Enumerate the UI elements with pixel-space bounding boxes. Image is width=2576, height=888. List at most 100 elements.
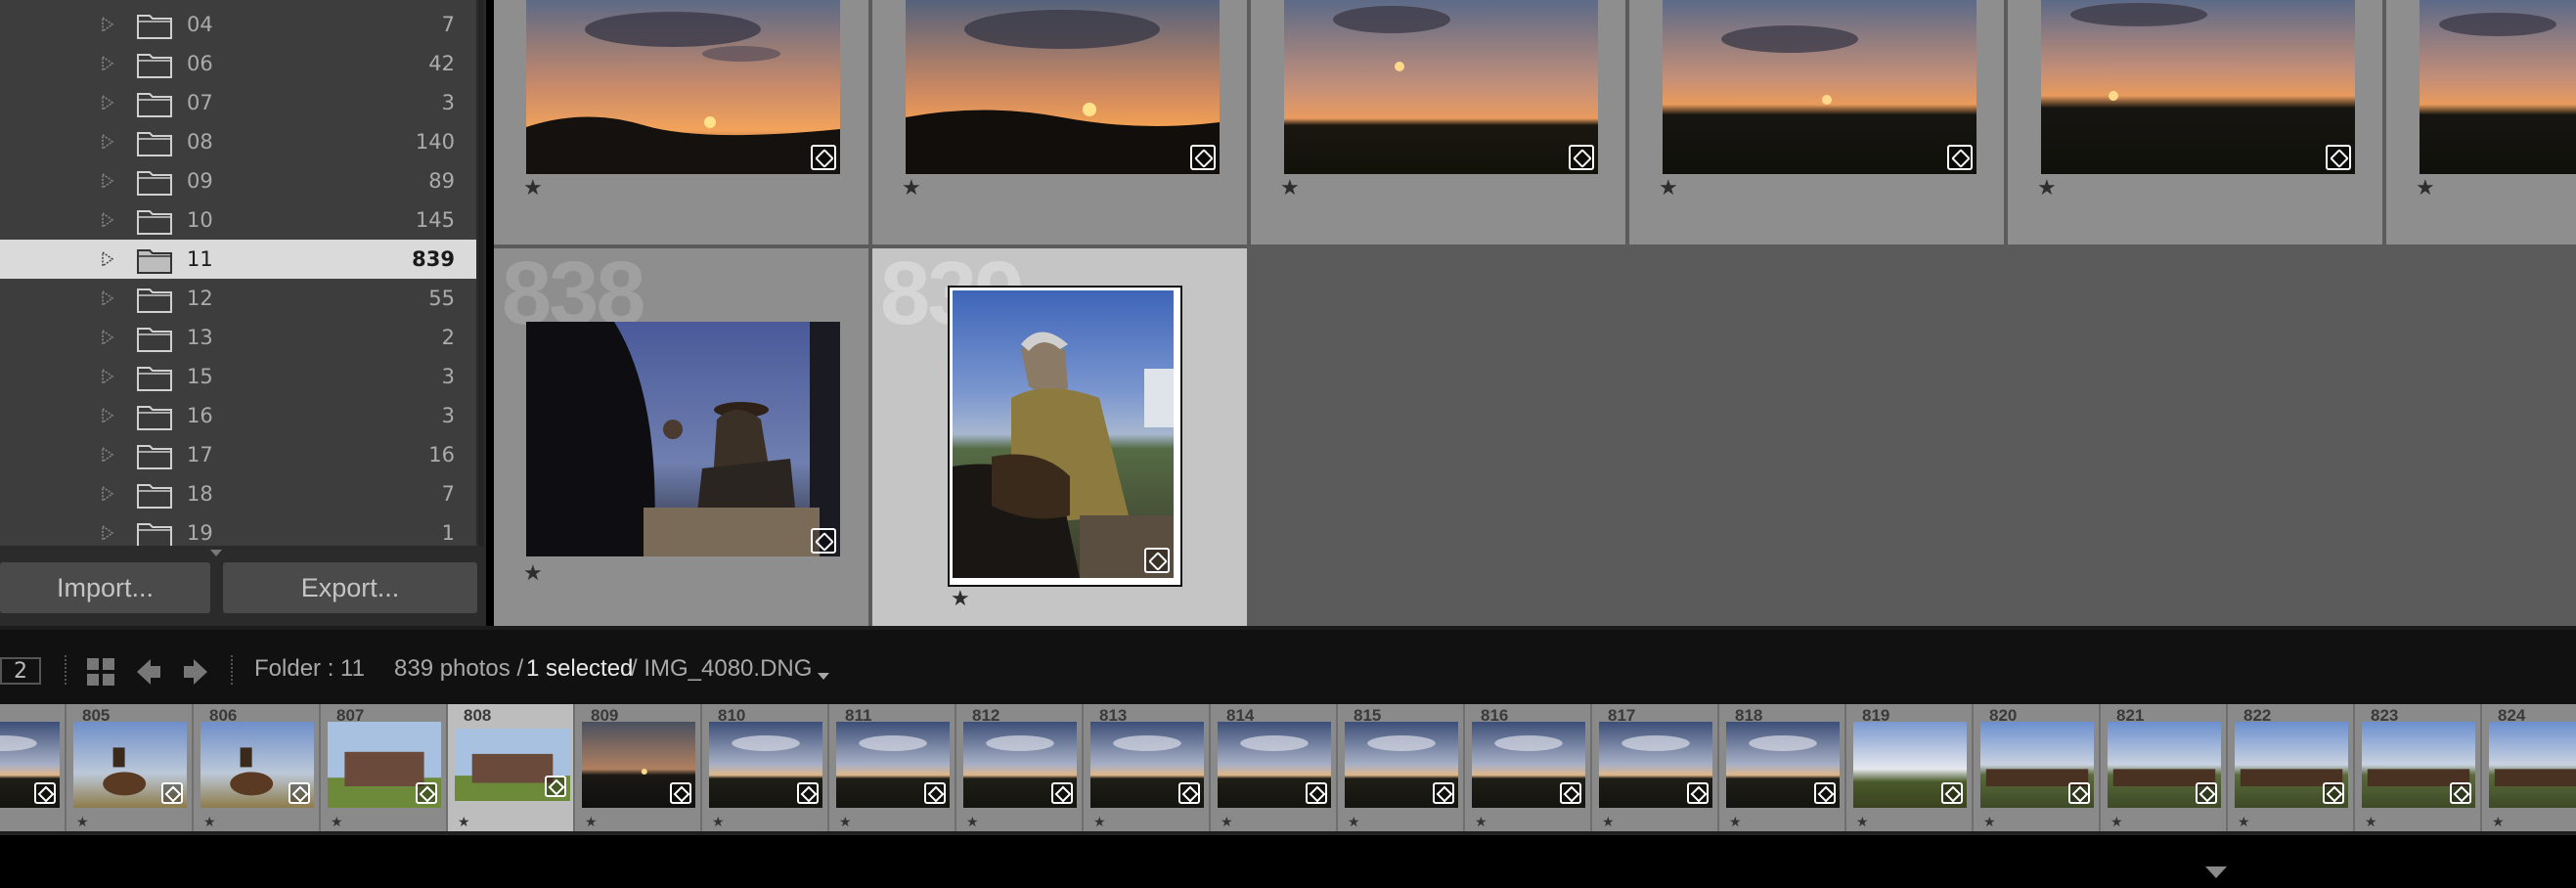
- secondary-window-button[interactable]: 2: [0, 657, 41, 685]
- folder-row[interactable]: 06 42: [0, 44, 476, 83]
- export-button[interactable]: Export...: [223, 562, 477, 613]
- folder-row[interactable]: 17 16: [0, 435, 476, 474]
- star-icon[interactable]: ★: [1475, 815, 1488, 830]
- grid-cell[interactable]: ★: [2008, 0, 2382, 244]
- star-icon[interactable]: ★: [951, 587, 970, 611]
- star-icon[interactable]: ★: [1602, 815, 1615, 830]
- folder-source-label[interactable]: Folder : 11: [254, 655, 365, 683]
- photo-thumbnail[interactable]: [906, 0, 1220, 174]
- grid-cell[interactable]: ★: [2386, 0, 2576, 244]
- filmstrip-cell[interactable]: 818 ★: [1719, 704, 1846, 831]
- star-icon[interactable]: ★: [1983, 815, 1996, 830]
- star-icon[interactable]: ★: [2110, 815, 2123, 830]
- star-icon[interactable]: ★: [1093, 815, 1106, 830]
- star-icon[interactable]: ★: [203, 815, 216, 830]
- star-icon[interactable]: ★: [1280, 176, 1300, 200]
- folder-row[interactable]: 04 7: [0, 5, 476, 44]
- filmstrip-cell[interactable]: 821 ★: [2101, 704, 2228, 831]
- filmstrip-cell[interactable]: 806 ★: [194, 704, 321, 831]
- filmstrip-cell[interactable]: 817 ★: [1592, 704, 1719, 831]
- folder-row[interactable]: 10 145: [0, 200, 476, 240]
- disclosure-triangle-icon[interactable]: [102, 408, 113, 423]
- folder-row[interactable]: 08 140: [0, 122, 476, 161]
- filmstrip-cell[interactable]: 813 ★: [1084, 704, 1211, 831]
- arrow-right-icon[interactable]: [182, 657, 209, 687]
- disclosure-triangle-icon[interactable]: [102, 95, 113, 111]
- photo-thumbnail[interactable]: [526, 0, 840, 174]
- arrow-left-icon[interactable]: [135, 657, 162, 687]
- grid-cell[interactable]: 838 ★: [494, 248, 868, 626]
- disclosure-triangle-icon[interactable]: [102, 290, 113, 306]
- filmstrip-cell[interactable]: 820 ★: [1974, 704, 2101, 831]
- folder-row[interactable]: 11 839: [0, 240, 476, 279]
- disclosure-triangle-icon[interactable]: [102, 17, 113, 32]
- grid-cell[interactable]: ★: [1251, 0, 1625, 244]
- filmstrip-cell[interactable]: 811 ★: [829, 704, 956, 831]
- disclosure-triangle-icon[interactable]: [102, 56, 113, 71]
- star-icon[interactable]: ★: [1856, 815, 1869, 830]
- photo-thumbnail[interactable]: [1663, 0, 1976, 174]
- disclosure-triangle-icon[interactable]: [102, 486, 113, 502]
- disclosure-triangle-icon[interactable]: [102, 212, 113, 228]
- star-icon[interactable]: ★: [585, 815, 598, 830]
- import-button[interactable]: Import...: [0, 562, 210, 613]
- filmstrip-cell[interactable]: 824 ★: [2482, 704, 2576, 831]
- grid-cell-selected[interactable]: 839 ★: [872, 248, 1247, 626]
- folder-row[interactable]: 07 3: [0, 83, 476, 122]
- star-icon[interactable]: ★: [331, 815, 343, 830]
- filmstrip-cell[interactable]: 814 ★: [1211, 704, 1338, 831]
- grid-cell[interactable]: ★: [1629, 0, 2004, 244]
- grid-view-icon[interactable]: [86, 657, 115, 687]
- photo-thumbnail[interactable]: [1284, 0, 1598, 174]
- star-icon[interactable]: ★: [1221, 815, 1233, 830]
- disclosure-triangle-icon[interactable]: [102, 369, 113, 384]
- photo-thumbnail[interactable]: [2041, 0, 2355, 174]
- star-icon[interactable]: ★: [76, 815, 89, 830]
- star-icon[interactable]: ★: [712, 815, 725, 830]
- folder-row[interactable]: 12 55: [0, 279, 476, 318]
- folder-row[interactable]: 19 1: [0, 513, 476, 546]
- filmstrip-cell-selected[interactable]: 808 ★: [448, 704, 575, 831]
- filmstrip-cell[interactable]: ★: [0, 704, 67, 831]
- disclosure-triangle-icon[interactable]: [102, 330, 113, 345]
- star-icon[interactable]: ★: [1659, 176, 1678, 200]
- star-icon[interactable]: ★: [1348, 815, 1360, 830]
- folder-list-scrollbar[interactable]: [476, 0, 486, 546]
- folder-row[interactable]: 18 7: [0, 474, 476, 513]
- disclosure-triangle-icon[interactable]: [102, 173, 113, 189]
- panel-collapse-icon[interactable]: [210, 550, 222, 556]
- star-icon[interactable]: ★: [839, 815, 852, 830]
- folder-row[interactable]: 09 89: [0, 161, 476, 200]
- grid-cell[interactable]: ★: [494, 0, 868, 244]
- star-icon[interactable]: ★: [458, 815, 470, 830]
- filmstrip-cell[interactable]: 823 ★: [2355, 704, 2482, 831]
- star-icon[interactable]: ★: [1729, 815, 1742, 830]
- folder-row[interactable]: 15 3: [0, 357, 476, 396]
- filmstrip-cell[interactable]: 810 ★: [702, 704, 829, 831]
- star-icon[interactable]: ★: [523, 561, 543, 586]
- filmstrip-thumbnail[interactable]: [2489, 722, 2576, 808]
- filmstrip-cell[interactable]: 816 ★: [1465, 704, 1592, 831]
- filmstrip-cell[interactable]: 807 ★: [321, 704, 448, 831]
- disclosure-triangle-icon[interactable]: [102, 251, 113, 267]
- disclosure-triangle-icon[interactable]: [102, 447, 113, 463]
- star-icon[interactable]: ★: [966, 815, 979, 830]
- filmstrip-cell[interactable]: 822 ★: [2228, 704, 2355, 831]
- filmstrip-cell[interactable]: 809 ★: [575, 704, 702, 831]
- filmstrip-collapse-icon[interactable]: [2205, 866, 2227, 878]
- star-icon[interactable]: ★: [523, 176, 543, 200]
- star-icon[interactable]: ★: [2037, 176, 2057, 200]
- star-icon[interactable]: ★: [902, 176, 921, 200]
- star-icon[interactable]: ★: [2492, 815, 2505, 830]
- photo-thumbnail[interactable]: [953, 290, 1174, 578]
- filmstrip-cell[interactable]: 812 ★: [956, 704, 1084, 831]
- folder-row[interactable]: 13 2: [0, 318, 476, 357]
- filmstrip-cell[interactable]: 815 ★: [1338, 704, 1465, 831]
- filename-dropdown-icon[interactable]: [818, 673, 829, 680]
- photo-thumbnail[interactable]: [526, 322, 840, 556]
- star-icon[interactable]: ★: [2238, 815, 2250, 830]
- disclosure-triangle-icon[interactable]: [102, 525, 113, 541]
- star-icon[interactable]: ★: [2365, 815, 2377, 830]
- grid-cell[interactable]: ★: [872, 0, 1247, 244]
- filmstrip-cell[interactable]: 805 ★: [67, 704, 194, 831]
